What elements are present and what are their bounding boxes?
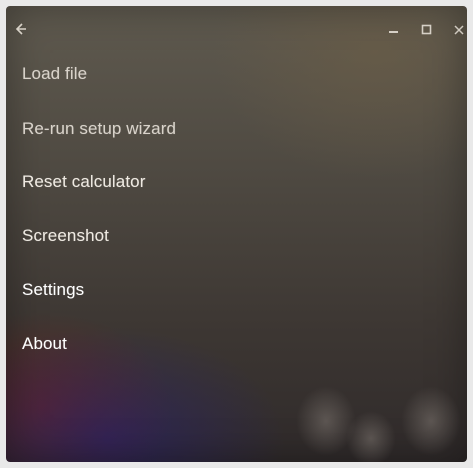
screen-reflection: [401, 386, 461, 456]
menu-item-rerun-setup-wizard[interactable]: Re-run setup wizard: [22, 119, 176, 139]
menu-item-reset-calculator[interactable]: Reset calculator: [22, 172, 146, 192]
menu-item-settings[interactable]: Settings: [22, 280, 84, 300]
minimize-icon[interactable]: [386, 22, 402, 38]
menu-item-screenshot[interactable]: Screenshot: [22, 226, 109, 246]
menu-item-load-file[interactable]: Load file: [22, 64, 87, 84]
app-window: Load file Re-run setup wizard Reset calc…: [6, 6, 467, 462]
back-arrow-icon[interactable]: [14, 22, 28, 36]
maximize-icon[interactable]: [419, 22, 435, 38]
close-icon[interactable]: [451, 22, 467, 38]
title-bar: [6, 6, 467, 46]
menu-item-about[interactable]: About: [22, 334, 67, 354]
screen-reflection: [346, 411, 396, 462]
